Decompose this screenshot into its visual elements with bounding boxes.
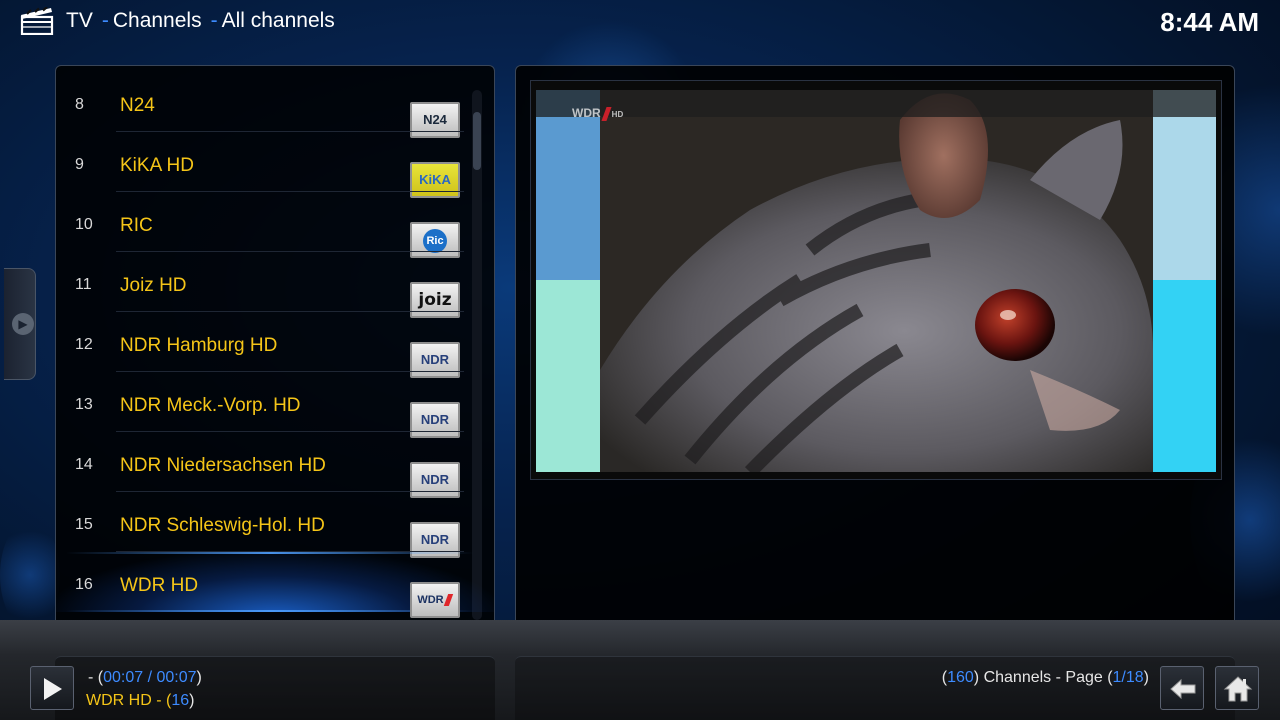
channel-row[interactable]: 11 Joiz HD joiz: [56, 252, 494, 318]
now-playing-name: WDR HD: [86, 692, 152, 709]
playback-time: - (00:07 / 00:07): [88, 669, 202, 687]
channel-number: 10: [75, 216, 93, 233]
header-bar: TV - Channels - All channels 8:44 AM: [0, 0, 1280, 44]
channel-row[interactable]: 14 NDR Niedersachsen HD NDR: [56, 432, 494, 498]
live-video[interactable]: WDR HD: [536, 90, 1216, 472]
channel-row[interactable]: 8 N24 N24: [56, 72, 494, 138]
watermark-text: WDR: [572, 106, 601, 120]
breadcrumb-separator: -: [101, 9, 109, 32]
video-frame: WDR HD: [530, 80, 1222, 480]
channel-number: 12: [75, 336, 93, 353]
watermark-suffix: HD: [611, 110, 624, 119]
channel-count: 160: [947, 669, 974, 686]
video-frame-animal: [600, 90, 1153, 472]
channel-number: 11: [75, 276, 92, 293]
breadcrumb: TV - Channels - All channels: [66, 9, 335, 33]
status-label: ) Channels - Page (: [973, 669, 1113, 686]
breadcrumb-separator: -: [210, 9, 218, 32]
back-button[interactable]: [1160, 666, 1204, 710]
time-prefix: - (: [88, 669, 104, 686]
play-icon: [44, 678, 62, 700]
breadcrumb-all-channels[interactable]: All channels: [222, 9, 335, 32]
back-arrow-icon: [1170, 678, 1196, 700]
page-indicator: 1/18: [1112, 669, 1144, 686]
footer-bar: - (00:07 / 00:07) WDR HD - (16) (160) Ch…: [0, 620, 1280, 720]
channel-row[interactable]: 10 RIC Ric: [56, 192, 494, 258]
now-playing-channel: WDR HD - (16): [86, 692, 194, 710]
channel-row-selected[interactable]: 16 WDR HD WDR: [56, 552, 494, 618]
color-bar: [1153, 280, 1216, 472]
color-bar: [536, 280, 600, 472]
now-playing-box: [55, 656, 495, 720]
channel-number: 13: [75, 396, 93, 413]
channel-name: NDR Meck.-Vorp. HD: [120, 395, 301, 416]
time-total: 00:07: [156, 669, 197, 686]
channel-number: 8: [75, 96, 84, 113]
now-playing-number: 16: [171, 692, 190, 709]
time-suffix: ): [196, 669, 202, 686]
channel-logo: WDR: [410, 582, 460, 618]
channel-row[interactable]: 13 NDR Meck.-Vorp. HD NDR: [56, 372, 494, 438]
channel-number: 14: [75, 456, 93, 473]
channel-name: NDR Niedersachsen HD: [120, 455, 326, 476]
channel-number: 15: [75, 516, 93, 533]
video-overlay-band: [536, 90, 1216, 117]
home-icon: [1223, 676, 1253, 702]
channel-name: NDR Hamburg HD: [120, 335, 278, 356]
channel-watermark: WDR HD: [572, 106, 623, 121]
status-close: ): [1143, 669, 1149, 686]
video-preview-panel: WDR HD: [515, 65, 1235, 655]
breadcrumb-section: TV: [66, 9, 93, 32]
channel-number: 16: [75, 576, 93, 593]
play-button[interactable]: [30, 666, 74, 710]
time-separator: /: [143, 669, 157, 686]
channel-name: WDR HD: [120, 575, 199, 596]
breadcrumb-channels[interactable]: Channels: [113, 9, 202, 32]
channel-logo-text: Ric: [423, 229, 447, 253]
now-playing-separator: - (: [151, 692, 172, 709]
status-box: [515, 656, 1235, 720]
now-playing-suffix: ): [189, 692, 195, 709]
channel-name: RIC: [120, 215, 153, 236]
time-current: 00:07: [103, 669, 144, 686]
channel-number: 9: [75, 156, 84, 173]
channel-name: KiKA HD: [120, 155, 194, 176]
channel-row[interactable]: 15 NDR Schleswig-Hol. HD NDR: [56, 492, 494, 558]
channel-row[interactable]: 12 NDR Hamburg HD NDR: [56, 312, 494, 378]
side-menu-tab[interactable]: ▶: [4, 268, 36, 380]
channel-logo-text: WDR: [417, 594, 444, 606]
chevron-right-icon: ▶: [12, 313, 34, 335]
channel-list: 8 N24 N24 9 KiKA HD KiKA 10 RIC Ric 11 J…: [55, 65, 495, 655]
color-bar: [1153, 90, 1216, 280]
clock: 8:44 AM: [1160, 7, 1259, 37]
channel-name: Joiz HD: [120, 275, 187, 296]
channel-count-status: (160) Channels - Page (1/18): [942, 669, 1149, 687]
channel-row[interactable]: 9 KiKA HD KiKA: [56, 132, 494, 198]
channel-name: N24: [120, 95, 155, 116]
clapperboard-icon: [20, 7, 54, 35]
home-button[interactable]: [1215, 666, 1259, 710]
selection-highlight: [66, 552, 474, 554]
channel-name: NDR Schleswig-Hol. HD: [120, 515, 325, 536]
